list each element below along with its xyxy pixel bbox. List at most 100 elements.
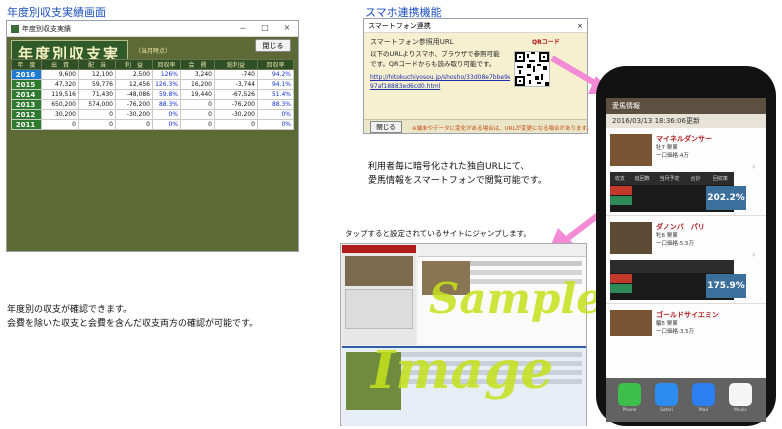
table-cell: 0 bbox=[180, 99, 215, 110]
dialog-heading: スマートフォン参照用URL bbox=[370, 38, 454, 46]
year-cell: 2012 bbox=[11, 109, 42, 120]
horse-info: 騸5 栗東 一口価格:3.5万 bbox=[656, 320, 694, 336]
dialog-footer: 閉じる ※端末やデータに変化がある場合は、URLが変更になる場合があります。 bbox=[364, 119, 592, 133]
table-cell: -76,200 bbox=[115, 99, 153, 110]
table-cell: 94.2% bbox=[257, 69, 294, 80]
table-cell: 0 bbox=[78, 109, 116, 120]
table-row[interactable]: 2016 9,600 12,100 2,500 126% 3,240 -740 … bbox=[11, 69, 294, 80]
caption-line: 利用者毎に暗号化された独自URLにて、 bbox=[368, 162, 530, 172]
close-button[interactable]: 閉じる bbox=[255, 39, 291, 52]
window-titlebar: 年度別収支実績 － □ × bbox=[7, 21, 298, 37]
table-cell: 30,200 bbox=[41, 109, 79, 120]
url-line: http://hitokuchiyosou.jp/shosho/33d08e7b… bbox=[370, 74, 510, 81]
column-header: 回収率 bbox=[152, 59, 181, 70]
phone-date: 2016/03/13 18:36:06更新 bbox=[606, 114, 766, 128]
table-cell: 126% bbox=[152, 69, 181, 80]
horse-photo bbox=[610, 134, 652, 166]
dock-label: Phone bbox=[622, 408, 637, 413]
table-row[interactable]: 2012 30,200 0 -30,200 0% 0 -30,200 0% bbox=[11, 109, 294, 120]
table-row[interactable]: 2014 119,516 71,430 -48,086 59.8% 19,440… bbox=[11, 89, 294, 100]
year-cell: 2011 bbox=[11, 119, 42, 130]
minimize-button[interactable]: － bbox=[232, 23, 254, 34]
qr-label: QRコード bbox=[532, 39, 560, 46]
table-cell: -48,086 bbox=[115, 89, 153, 100]
table-cell: 2,500 bbox=[115, 69, 153, 80]
horse-info: 牡7 栗東 一口価格:4万 bbox=[656, 144, 689, 160]
sample-sidebar bbox=[342, 245, 416, 345]
dialog-close-button[interactable]: 閉じる bbox=[370, 121, 402, 133]
table-cell: -30,200 bbox=[115, 109, 153, 120]
horse-photo bbox=[610, 222, 652, 254]
safari-app-icon[interactable] bbox=[655, 383, 678, 406]
horse-sub: 騸5 栗東 bbox=[656, 321, 678, 327]
table-cell: 0 bbox=[78, 119, 116, 130]
table-cell: 9,600 bbox=[41, 69, 79, 80]
share-url-link[interactable]: http://hitokuchiyosou.jp/shosho/33d08e7b… bbox=[370, 73, 510, 91]
horse-sub: 牡7 栗東 bbox=[656, 145, 678, 151]
unit-note: （当月時点） bbox=[135, 48, 172, 55]
description-line: 年度別の収支が確認できます。 bbox=[7, 305, 133, 315]
table-cell: 59.8% bbox=[152, 89, 181, 100]
url-line: 97af18883ed6cd0.html bbox=[370, 83, 441, 90]
recovery-rate: 175.9% bbox=[706, 274, 746, 298]
table-cell: 0% bbox=[257, 119, 294, 130]
horse-name: マイネルダンサー bbox=[656, 135, 712, 143]
maximize-button[interactable]: □ bbox=[254, 23, 276, 34]
window-close-button[interactable]: × bbox=[276, 23, 298, 34]
horse-card[interactable]: ダノンバ パリ 牝6 栗東 一口価格:5.5万 175.9% › bbox=[606, 216, 766, 304]
year-cell: 2015 bbox=[11, 79, 42, 90]
caption-line: 愛馬情報をスマートフォンで閲覧可能です。 bbox=[368, 176, 547, 186]
table-row[interactable]: 2013 650,200 574,000 -76,200 88.3% 0 -76… bbox=[11, 99, 294, 110]
mail-app-icon[interactable] bbox=[692, 383, 715, 406]
dialog-close-icon[interactable]: × bbox=[573, 22, 587, 30]
grid-header: 延回数 bbox=[634, 176, 650, 182]
yearly-description: 年度別の収支が確認できます。 会費を除いた収支と会費を含んだ収支両方の確認が可能… bbox=[7, 303, 258, 331]
table-cell: 650,200 bbox=[41, 99, 79, 110]
year-cell: 2014 bbox=[11, 89, 42, 100]
yearly-table: 年 度 出 資 配 当 利 益 回収率 会 費 総利益 回収率 2016 9,6… bbox=[11, 59, 294, 130]
watermark-image: Image bbox=[371, 340, 554, 401]
table-cell: -67,526 bbox=[214, 89, 258, 100]
dock-label: Mail bbox=[698, 408, 709, 413]
chevron-right-icon: › bbox=[752, 250, 756, 259]
window-title: 年度別収支実績 bbox=[22, 24, 71, 33]
table-row[interactable]: 2011 0 0 0 0% 0 0 0% bbox=[11, 119, 294, 130]
table-cell: 574,000 bbox=[78, 99, 116, 110]
table-cell: 12,100 bbox=[78, 69, 116, 80]
dialog-text-line: 以下のURLよりスマホ、ブラウザで参照可能 bbox=[370, 50, 500, 58]
phone-header: 愛馬情報 bbox=[606, 98, 766, 114]
horse-sub: 牝6 栗東 bbox=[656, 233, 678, 239]
yearly-window: 年度別収支実績 － □ × 年度別収支実績 （当月時点） 閉じる 年 度 出 資… bbox=[6, 20, 299, 252]
table-cell: 0 bbox=[214, 119, 258, 130]
phone-screen: 愛馬情報 2016/03/13 18:36:06更新 マイネルダンサー 牡7 栗… bbox=[606, 98, 766, 422]
horse-name: ゴールドサイエミン bbox=[656, 311, 719, 319]
table-cell: 126.3% bbox=[152, 79, 181, 90]
table-header-row: 年 度 出 資 配 当 利 益 回収率 会 費 総利益 回収率 bbox=[11, 59, 294, 70]
sample-screenshot: Sample Image bbox=[340, 243, 603, 426]
table-cell: 88.3% bbox=[152, 99, 181, 110]
music-app-icon[interactable] bbox=[729, 383, 752, 406]
horse-name: ダノンバ パリ bbox=[656, 223, 705, 231]
horse-info: 牝6 栗東 一口価格:5.5万 bbox=[656, 232, 694, 248]
phone-app-icon[interactable] bbox=[618, 383, 641, 406]
table-cell: 59,776 bbox=[78, 79, 116, 90]
year-cell: 2013 bbox=[11, 99, 42, 110]
dialog-text-line: です。QRコードからも読み取り可能です。 bbox=[370, 60, 496, 68]
app-icon bbox=[11, 24, 19, 33]
dock-label: Safari bbox=[659, 408, 674, 413]
column-header: 回収率 bbox=[257, 59, 294, 70]
horse-card[interactable]: ゴールドサイエミン 騸5 栗東 一口価格:3.5万 bbox=[606, 304, 766, 344]
table-cell: -3,744 bbox=[214, 79, 258, 90]
dialog-note: ※端末やデータに変化がある場合は、URLが変更になる場合があります。 bbox=[412, 126, 592, 132]
table-cell: -30,200 bbox=[214, 109, 258, 120]
horse-card[interactable]: マイネルダンサー 牡7 栗東 一口価格:4万 収支 延回数 当月予定 合計 回収… bbox=[606, 128, 766, 216]
grid-header: 回収率 bbox=[712, 176, 728, 182]
table-cell: 0% bbox=[152, 119, 181, 130]
table-cell: 12,456 bbox=[115, 79, 153, 90]
table-row[interactable]: 2015 47,320 59,776 12,456 126.3% 16,200 … bbox=[11, 79, 294, 90]
table-cell: 0% bbox=[152, 109, 181, 120]
horse-sub: 一口価格:3.5万 bbox=[656, 329, 695, 335]
table-cell: 19,440 bbox=[180, 89, 215, 100]
table-cell: 71,430 bbox=[78, 89, 116, 100]
app-body: 年度別収支実績 （当月時点） 閉じる 年 度 出 資 配 当 利 益 回収率 会… bbox=[7, 37, 298, 251]
